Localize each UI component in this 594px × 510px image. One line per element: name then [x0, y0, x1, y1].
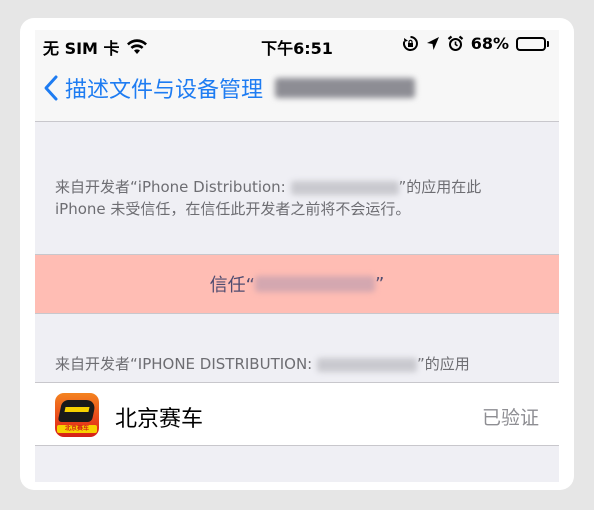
trust-developer-button[interactable]: 信任“ ”	[35, 254, 559, 314]
untrusted-developer-note: 来自开发者“iPhone Distribution: ”的应用在此 iPhone…	[55, 176, 525, 220]
back-button-label: 描述文件与设备管理	[65, 78, 264, 103]
trust-button-prefix: 信任“	[209, 275, 255, 296]
developer-note-suffix: ”的应用在此	[398, 178, 482, 196]
car-stripe	[64, 407, 90, 412]
phone-screen: 无 SIM 卡 下午6:51 68% 描述文件与设备管理 来自开发者“iPhon…	[35, 30, 559, 482]
location-icon	[426, 36, 439, 50]
redacted-developer-name-2	[317, 357, 418, 372]
apps-header-suffix: ”的应用	[417, 355, 470, 373]
developer-note-line2: iPhone 未受信任，在信任此开发者之前将不会运行。	[55, 200, 411, 218]
app-icon-label: 北京赛车PK10	[57, 425, 97, 433]
redacted-developer-name	[290, 180, 399, 195]
racing-app-icon: 北京赛车PK10	[55, 393, 99, 437]
battery-icon	[516, 36, 549, 51]
apps-section-header: 来自开发者“IPHONE DISTRIBUTION: ”的应用	[55, 353, 555, 375]
chevron-left-icon	[44, 75, 58, 101]
status-right: 68%	[402, 34, 549, 53]
trust-button-suffix: ”	[375, 273, 385, 295]
status-bar: 无 SIM 卡 下午6:51 68%	[35, 30, 559, 60]
app-list-item[interactable]: 北京赛车PK10 北京赛车 已验证	[35, 382, 559, 446]
apps-header-prefix: 来自开发者“IPHONE DISTRIBUTION:	[55, 355, 318, 373]
navigation-bar: 描述文件与设备管理	[35, 60, 559, 122]
developer-note-prefix: 来自开发者“iPhone Distribution:	[55, 178, 291, 196]
alarm-icon	[447, 35, 463, 51]
back-button[interactable]: 描述文件与设备管理	[43, 72, 416, 104]
redacted-profile-name	[275, 78, 416, 98]
app-verified-status: 已验证	[481, 407, 539, 429]
app-name: 北京赛车	[115, 407, 204, 432]
redacted-trust-name	[255, 276, 375, 292]
battery-percent: 68%	[470, 34, 509, 53]
rotation-lock-icon	[402, 36, 418, 51]
